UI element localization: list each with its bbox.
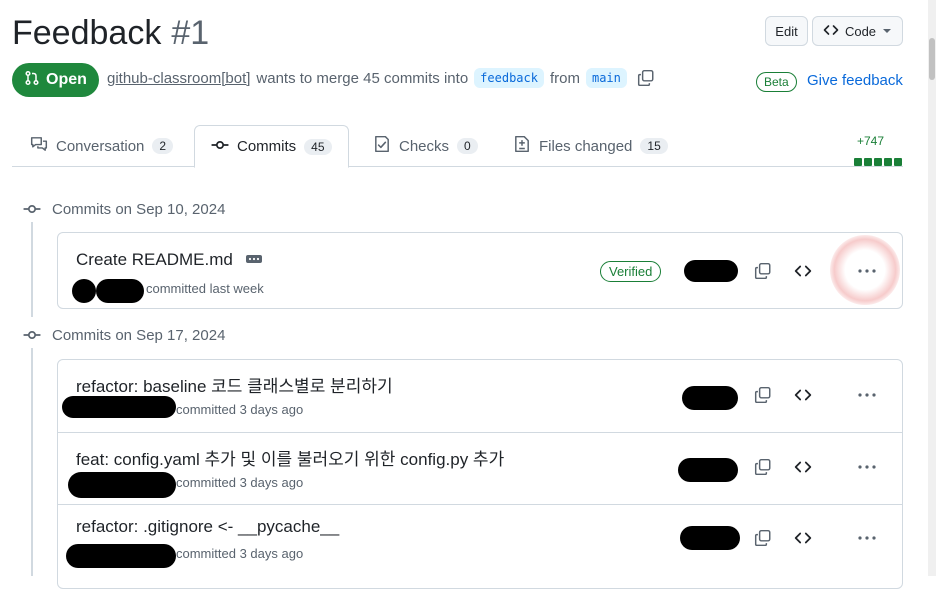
edit-button-label: Edit — [775, 23, 798, 39]
commit-list: Create README.md committed last week Ver… — [57, 232, 903, 309]
code-browse-icon[interactable] — [791, 455, 815, 479]
git-pull-request-icon — [24, 70, 40, 91]
status-label: Open — [46, 71, 87, 88]
commit-group-header: Commits on Sep 17, 2024 — [22, 323, 225, 347]
commit-sha[interactable] — [682, 386, 738, 410]
copy-icon[interactable] — [751, 259, 775, 283]
copy-icon[interactable] — [751, 526, 775, 550]
page-title: Feedback #1 — [12, 12, 209, 54]
verified-badge[interactable]: Verified — [600, 261, 662, 282]
commit-row: feat: config.yaml 추가 및 이를 불러오기 위한 config… — [58, 432, 902, 505]
author-name[interactable] — [66, 544, 176, 568]
commit-group-date: Commits on Sep 10, 2024 — [52, 200, 226, 218]
commit-message[interactable]: feat: config.yaml 추가 및 이를 불러오기 위한 config… — [76, 445, 504, 470]
commit-sha[interactable] — [680, 526, 740, 550]
more-options-icon[interactable] — [855, 383, 879, 407]
commit-message[interactable]: refactor: .gitignore <- __pycache__ — [76, 517, 339, 537]
commit-message[interactable]: Create README.md — [76, 250, 233, 270]
more-options-icon[interactable] — [855, 259, 879, 283]
kebab-horizontal-icon[interactable] — [242, 247, 266, 271]
git-commit-icon — [22, 326, 42, 344]
code-browse-icon[interactable] — [791, 526, 815, 550]
file-diff-icon — [513, 135, 531, 157]
scrollbar-thumb[interactable] — [929, 38, 935, 80]
checklist-icon — [373, 135, 391, 157]
tab-checks[interactable]: Checks 0 — [357, 125, 494, 167]
commit-list: refactor: baseline 코드 클래스별로 분리하기 committ… — [57, 359, 903, 589]
code-browse-icon[interactable] — [791, 383, 815, 407]
comment-discussion-icon — [30, 135, 48, 157]
git-commit-icon — [22, 200, 42, 218]
diffstat-bars — [854, 158, 902, 166]
commit-status: committed 3 days ago — [176, 402, 304, 417]
commit-message[interactable]: refactor: baseline 코드 클래스별로 분리하기 — [76, 372, 393, 397]
tab-checks-count: 0 — [457, 138, 478, 154]
merge-text: wants to merge 45 commits into — [256, 69, 469, 87]
commit-row: refactor: .gitignore <- __pycache__ comm… — [58, 504, 902, 577]
tab-conversation[interactable]: Conversation 2 — [14, 125, 189, 167]
commit-sha[interactable] — [678, 458, 738, 482]
tab-files-changed-label: Files changed — [539, 137, 633, 155]
copy-icon[interactable] — [637, 69, 655, 87]
diffstat-block — [854, 158, 862, 166]
copy-icon[interactable] — [751, 455, 775, 479]
scrollbar[interactable] — [928, 0, 936, 576]
tab-commits-label: Commits — [237, 138, 297, 155]
tab-commits[interactable]: Commits 45 — [194, 125, 349, 168]
from-text: from — [549, 69, 580, 87]
diffstat-block — [884, 158, 892, 166]
tab-files-changed-count: 15 — [640, 138, 668, 154]
diffstat-block — [894, 158, 902, 166]
commit-status: committed 3 days ago — [176, 546, 304, 561]
status-badge: Open — [12, 63, 99, 97]
tab-commits-count: 45 — [304, 138, 332, 155]
edit-button[interactable]: Edit — [765, 16, 808, 46]
more-options-icon[interactable] — [855, 455, 879, 479]
base-branch[interactable]: feedback — [474, 68, 544, 88]
more-options-icon[interactable] — [855, 526, 879, 550]
timeline-line — [31, 348, 33, 576]
head-branch[interactable]: main — [585, 68, 627, 88]
code-button-label: Code — [844, 23, 877, 39]
copy-icon[interactable] — [751, 383, 775, 407]
code-button[interactable]: Code — [812, 16, 903, 46]
code-browse-icon[interactable] — [791, 259, 815, 283]
commit-status: committed 3 days ago — [176, 475, 304, 490]
commit-row: refactor: baseline 코드 클래스별로 분리하기 committ… — [58, 360, 902, 432]
tab-checks-label: Checks — [399, 137, 450, 155]
timeline-line — [31, 222, 33, 317]
give-feedback-link[interactable]: Give feedback — [807, 72, 903, 89]
diffstat-added: +747 — [857, 134, 885, 148]
author-name[interactable] — [96, 279, 144, 303]
tab-conversation-label: Conversation — [56, 137, 145, 155]
pr-number: #1 — [171, 14, 210, 52]
commit-group-header: Commits on Sep 10, 2024 — [22, 197, 225, 221]
code-icon — [823, 22, 839, 41]
commit-sha[interactable] — [684, 260, 738, 282]
pr-meta: github-classroom[bot] wants to merge 45 … — [107, 66, 655, 90]
diffstat-block — [874, 158, 882, 166]
avatar[interactable] — [72, 279, 96, 303]
author-link[interactable]: github-classroom[bot] — [107, 70, 250, 87]
commit-status: committed last week — [146, 281, 264, 296]
beta-badge: Beta — [756, 72, 797, 92]
commit-group-date: Commits on Sep 17, 2024 — [52, 326, 226, 344]
commit-row: Create README.md committed last week Ver… — [58, 233, 902, 308]
diffstat-block — [864, 158, 872, 166]
pr-title: Feedback — [12, 14, 162, 52]
tab-conversation-count: 2 — [152, 138, 174, 154]
git-commit-icon — [211, 136, 229, 158]
author-name[interactable] — [62, 396, 176, 418]
author-name[interactable] — [68, 472, 176, 498]
chevron-down-icon — [882, 24, 892, 39]
tab-files-changed[interactable]: Files changed 15 — [497, 125, 684, 167]
